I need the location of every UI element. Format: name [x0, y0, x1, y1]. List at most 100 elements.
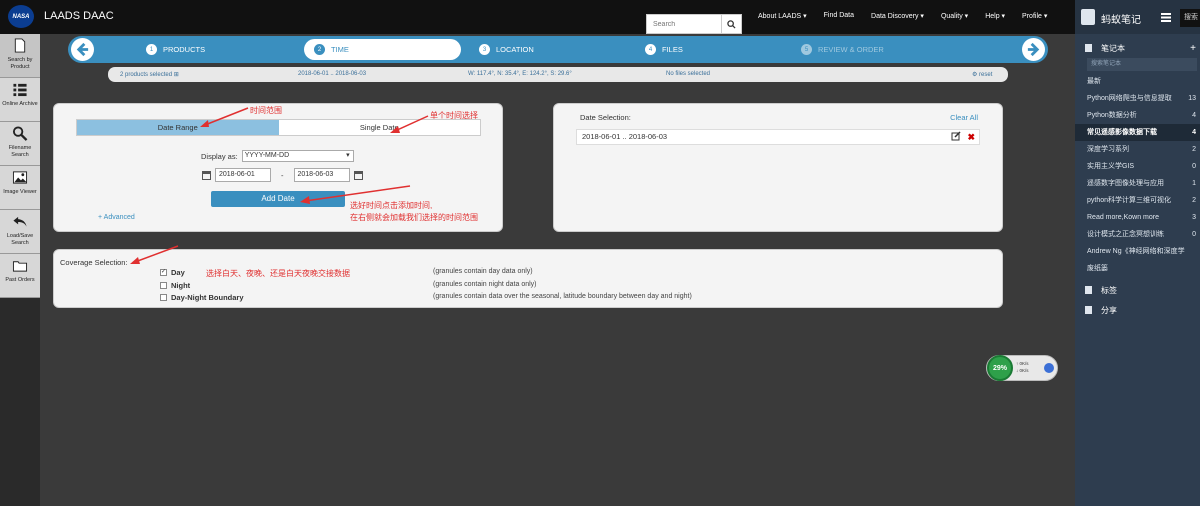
nav-data-discovery[interactable]: Data Discovery ▾	[871, 12, 924, 20]
start-date-input[interactable]: 2018-06-01	[215, 168, 271, 182]
folder-icon	[12, 261, 28, 272]
tab-single-date[interactable]: Single Date	[278, 120, 480, 135]
notebook-search-input[interactable]: 搜索笔记本	[1087, 58, 1197, 71]
notebook-item[interactable]: 最新	[1075, 73, 1200, 90]
notebook-count: 13	[1186, 90, 1196, 107]
summary-products[interactable]: 2 products selected ⊞	[120, 71, 179, 78]
notebook-count: 1	[1190, 175, 1196, 192]
coverage-night-desc: (granules contain night data only)	[433, 281, 537, 288]
search-input[interactable]	[647, 15, 721, 33]
notebook-item[interactable]: 深度学习系列 2	[1075, 141, 1200, 158]
day-checkbox[interactable]: ✓	[160, 269, 167, 276]
rail-label: Past Orders	[5, 277, 35, 283]
nav-find-data[interactable]: Find Data	[824, 12, 854, 20]
coverage-day-option[interactable]: ✓ Day	[160, 268, 185, 277]
notebook-count: 2	[1190, 141, 1196, 158]
wizard-prev-button[interactable]	[71, 38, 94, 61]
date-separator: -	[281, 170, 284, 180]
rail-load-save-search[interactable]: Load/Save Search	[0, 210, 40, 254]
coverage-day-night-boundary-option[interactable]: Day-Night Boundary	[160, 293, 244, 302]
step-label: FILES	[662, 45, 683, 54]
tags-section[interactable]: 标签	[1075, 280, 1200, 300]
display-format-select[interactable]: YYYY-MM-DD	[241, 150, 354, 162]
notebook-item[interactable]: 遥感数字图像处理与应用 1	[1075, 175, 1200, 192]
network-speed-widget[interactable]: 29% ↑ 0K/s ↓ 0K/s	[986, 355, 1058, 381]
nav-about-laads[interactable]: About LAADS ▾	[758, 12, 807, 20]
step-label: LOCATION	[496, 45, 534, 54]
notebook-name: Andrew Ng《神经网络和深度学	[1087, 248, 1185, 255]
nav-help[interactable]: Help ▾	[985, 12, 1005, 20]
summary-bbox: W: 117.4°, N: 35.4°, E: 124.2°, S: 29.6°	[468, 71, 572, 77]
list-view-icon[interactable]	[1161, 13, 1171, 22]
date-selection-label: Date Selection:	[580, 113, 631, 122]
delete-icon[interactable]: ✖	[967, 130, 975, 144]
notes-app-title: 蚂蚁笔记	[1101, 15, 1141, 26]
notebook-count: 4	[1190, 124, 1196, 141]
top-nav: About LAADS ▾ Find Data Data Discovery ▾…	[758, 12, 1064, 20]
wizard-step-time[interactable]: 2 TIME	[304, 39, 461, 60]
step-number: 1	[146, 44, 157, 55]
calendar-icon[interactable]	[353, 170, 363, 180]
advanced-link[interactable]: + Advanced	[98, 214, 135, 221]
nav-profile[interactable]: Profile ▾	[1022, 12, 1047, 20]
share-section[interactable]: 分享	[1075, 300, 1200, 320]
wizard-step-files[interactable]: 4 FILES	[645, 36, 683, 63]
notebook-item[interactable]: 实用主义学GIS 0	[1075, 158, 1200, 175]
night-checkbox[interactable]	[160, 282, 167, 289]
notebook-section[interactable]: 笔记本 +	[1075, 38, 1200, 58]
rail-filename-search[interactable]: Filename Search	[0, 122, 40, 166]
notebook-item[interactable]: Andrew Ng《神经网络和深度学	[1075, 243, 1200, 260]
calendar-icon[interactable]	[202, 170, 211, 180]
reset-button[interactable]: ⚙ reset	[972, 71, 992, 78]
rail-past-orders[interactable]: Past Orders	[0, 254, 40, 298]
back-arrow-icon	[13, 216, 27, 227]
wizard-step-review-order: 5 REVIEW & ORDER	[801, 36, 884, 63]
wizard-step-products[interactable]: 1 PRODUCTS	[146, 36, 205, 63]
search-button[interactable]	[721, 15, 741, 33]
nasa-logo[interactable]: NASA	[8, 5, 34, 28]
wizard-next-button[interactable]	[1022, 38, 1045, 61]
notebook-item[interactable]: Python数据分析 4	[1075, 107, 1200, 124]
notebook-icon	[1085, 44, 1092, 52]
option-label: Night	[171, 281, 191, 290]
search-box	[646, 14, 742, 34]
end-date-input[interactable]: 2018-06-03	[293, 168, 350, 182]
app-title[interactable]: LAADS DAAC	[44, 10, 114, 22]
summary-dates: 2018-06-01 .. 2018-06-03	[298, 71, 367, 77]
clear-all-link[interactable]: Clear All	[950, 113, 978, 122]
image-icon	[12, 171, 28, 184]
notebook-item[interactable]: 常见遥感影像数据下载 4	[1075, 124, 1200, 141]
tab-date-range[interactable]: Date Range	[77, 120, 279, 135]
rail-image-viewer[interactable]: Image Viewer	[0, 166, 40, 210]
add-date-button[interactable]: Add Date	[211, 191, 345, 207]
add-notebook-icon[interactable]: +	[1190, 43, 1196, 54]
notebook-item[interactable]: python科学计算三维可视化 2	[1075, 192, 1200, 209]
display-as-label: Display as:	[201, 151, 238, 161]
nav-quality[interactable]: Quality ▾	[941, 12, 968, 20]
list-icon	[13, 83, 27, 97]
notebook-item[interactable]: 设计模式之正念冥想训练 0	[1075, 226, 1200, 243]
date-selection-entry: 2018-06-01 .. 2018-06-03 ✖	[576, 129, 980, 145]
notebook-count: 3	[1190, 209, 1196, 226]
notes-logo-icon	[1081, 9, 1095, 25]
coverage-night-option[interactable]: Night	[160, 281, 190, 290]
notebook-item[interactable]: Python网络爬虫与信息提取 13	[1075, 90, 1200, 107]
rail-online-archive[interactable]: Online Archive	[0, 78, 40, 122]
download-speed: ↓ 0K/s	[1016, 368, 1029, 373]
step-label: TIME	[331, 45, 349, 54]
day-night-boundary-checkbox[interactable]	[160, 294, 167, 301]
wizard-step-location[interactable]: 3 LOCATION	[479, 36, 534, 63]
speed-percent: 29%	[987, 355, 1013, 381]
search-icon	[12, 126, 28, 141]
step-number: 4	[645, 44, 656, 55]
notebook-item[interactable]: 废纸篓	[1075, 260, 1200, 277]
rail-search-by-product[interactable]: Search by Product	[0, 34, 40, 78]
edit-icon[interactable]	[951, 131, 961, 141]
notebook-item[interactable]: Read more,Kown more 3	[1075, 209, 1200, 226]
date-selection-panel: Date Selection: Clear All 2018-06-01 .. …	[553, 103, 1003, 232]
notebook-name: 设计模式之正念冥想训练	[1087, 231, 1164, 238]
arrow-right-icon	[1027, 42, 1040, 57]
speed-indicator-icon	[1044, 363, 1054, 373]
notes-search[interactable]: 搜索	[1180, 9, 1200, 27]
notebook-name: Python网络爬虫与信息提取	[1087, 95, 1172, 102]
